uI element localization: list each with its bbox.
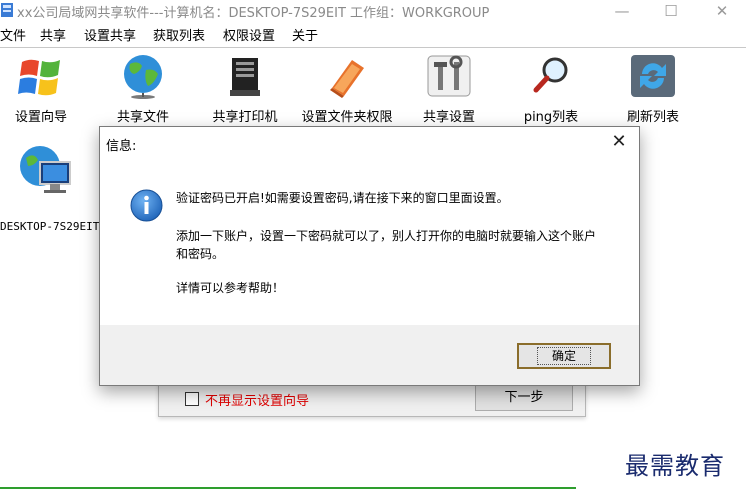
computer-list-item[interactable]: DESKTOP-7S29EIT — [0, 140, 110, 240]
menu-get-list[interactable]: 获取列表 — [153, 25, 205, 44]
menu-bar: 文件 共享 设置共享 获取列表 权限设置 关于 — [0, 25, 746, 45]
dialog-footer: 确定 — [100, 325, 639, 385]
ok-button[interactable]: 确定 — [517, 343, 611, 369]
maximize-button[interactable]: ☐ — [661, 2, 681, 20]
dont-show-wizard-checkbox[interactable] — [185, 392, 199, 406]
menu-setup-share[interactable]: 设置共享 — [84, 25, 136, 44]
computer-name: DESKTOP-7S29EIT — [0, 220, 100, 233]
ok-button-label: 确定 — [536, 347, 591, 365]
dialog-title: 信息: — [106, 139, 137, 154]
computer-globe-icon — [20, 146, 71, 193]
toolbar-label: 共享文件 — [116, 110, 170, 125]
close-button[interactable]: ✕ — [712, 2, 732, 20]
folder-book-icon — [330, 60, 364, 98]
dialog-message-line3: 详情可以参考帮助！ — [176, 281, 285, 295]
menu-share[interactable]: 共享 — [40, 25, 66, 44]
refresh-icon — [631, 55, 675, 97]
toolbar-divider — [0, 47, 746, 48]
magnifier-icon — [533, 57, 568, 93]
title-bar: xx公司局域网共享软件---计算机名：DESKTOP-7S29EIT 工作组：W… — [0, 0, 746, 22]
server-printer-icon — [230, 58, 260, 96]
toolbar-label: 设置文件夹权限 — [301, 110, 393, 125]
menu-permissions[interactable]: 权限设置 — [223, 25, 275, 44]
tools-icon — [427, 55, 471, 97]
menu-file[interactable]: 文件 — [0, 25, 26, 44]
toolbar-label: 刷新列表 — [626, 110, 680, 125]
toolbar-label: 设置向导 — [14, 110, 68, 125]
minimize-button[interactable]: — — [612, 2, 632, 20]
globe-icon — [124, 55, 162, 99]
toolbar-label: 共享设置 — [422, 110, 476, 125]
toolbar-label: ping列表 — [523, 110, 579, 125]
window-title: xx公司局域网共享软件---计算机名：DESKTOP-7S29EIT 工作组：W… — [17, 6, 490, 21]
toolbar-label: 共享打印机 — [212, 110, 278, 125]
info-dialog: 信息: ✕ 验证密码已开启!如需要设置密码,请在接下来的窗口里面设置。 添加一下… — [99, 126, 640, 386]
menu-about[interactable]: 关于 — [292, 25, 318, 44]
dialog-message-line2: 添加一下账户，设置一下密码就可以了，别人打开你的电脑时就要输入这个账户和密码。 — [176, 229, 597, 261]
dialog-message-line1: 验证密码已开启!如需要设置密码,请在接下来的窗口里面设置。 — [176, 191, 509, 205]
watermark-text: 最需教育 — [625, 452, 725, 480]
status-strip — [0, 487, 576, 489]
info-icon — [130, 189, 163, 222]
app-icon — [1, 3, 13, 17]
windows-logo-icon — [18, 59, 60, 96]
dont-show-wizard-label[interactable]: 不再显示设置向导 — [205, 390, 309, 409]
dialog-close-button[interactable]: ✕ — [605, 130, 633, 154]
next-step-button[interactable]: 下一步 — [475, 385, 573, 411]
